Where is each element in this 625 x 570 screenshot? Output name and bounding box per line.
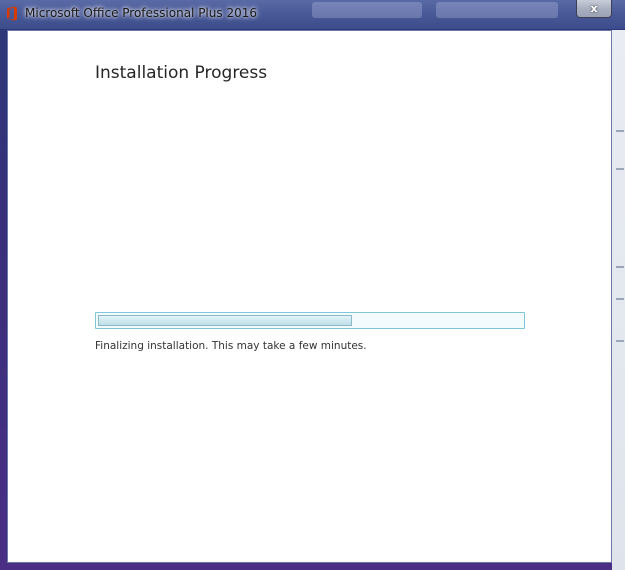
installer-window: Microsoft Office Professional Plus 2016 … — [0, 0, 625, 570]
installation-progress-bar — [95, 312, 525, 329]
status-message: Finalizing installation. This may take a… — [95, 340, 367, 352]
window-title: Microsoft Office Professional Plus 2016 — [25, 6, 257, 20]
background-taskbar-tab — [312, 2, 422, 18]
background-taskbar-tab — [436, 2, 558, 18]
close-button[interactable]: x — [576, 0, 612, 18]
office-icon — [7, 6, 17, 21]
page-title: Installation Progress — [95, 63, 268, 83]
installer-content: Installation Progress Finalizing install… — [7, 30, 612, 563]
progress-fill — [98, 315, 352, 326]
title-bar[interactable]: Microsoft Office Professional Plus 2016 … — [0, 0, 625, 29]
close-icon: x — [590, 2, 598, 15]
